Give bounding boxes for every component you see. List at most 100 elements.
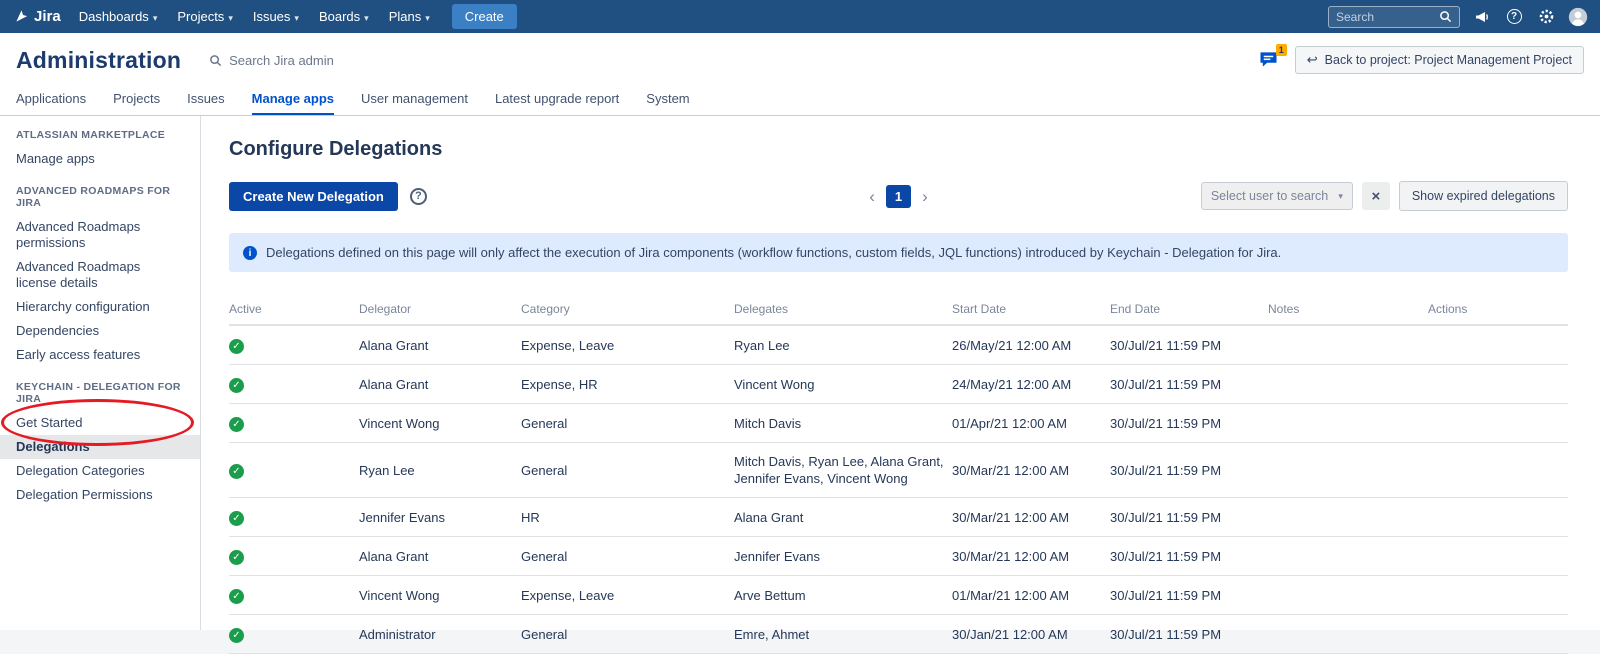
sidebar-item-advanced-roadmaps-license-details[interactable]: Advanced Roadmaps license details <box>0 255 200 295</box>
column-header-active: Active <box>229 296 359 325</box>
back-to-project-button[interactable]: ↩ Back to project: Project Management Pr… <box>1295 46 1584 74</box>
table-row: ✓Alana GrantExpense, HRVincent Wong24/Ma… <box>229 365 1568 404</box>
topnav-item-plans[interactable]: Plans▾ <box>379 0 440 33</box>
section-title: Configure Delegations <box>229 138 1568 161</box>
settings-gear-icon[interactable] <box>1536 7 1556 27</box>
cell-delegates: Vincent Wong <box>734 365 952 404</box>
create-new-delegation-button[interactable]: Create New Delegation <box>229 182 398 211</box>
pagination: ‹ 1 › <box>869 185 928 208</box>
admin-search[interactable] <box>209 53 459 68</box>
cell-delegates: Emre, Ahmet <box>734 615 952 654</box>
column-header-delegator: Delegator <box>359 296 521 325</box>
help-icon[interactable]: ? <box>1504 7 1524 27</box>
question-mark-glyph: ? <box>1507 9 1522 24</box>
global-search-input[interactable] <box>1336 10 1439 24</box>
topnav-item-projects[interactable]: Projects▾ <box>167 0 243 33</box>
cell-delegates: Alana Grant <box>734 498 952 537</box>
topnav-item-issues[interactable]: Issues▾ <box>243 0 309 33</box>
cell-delegates: Jennifer Evans <box>734 537 952 576</box>
cell-delegates: Mitch Davis, Ryan Lee, Alana Grant, Jenn… <box>734 443 952 498</box>
active-check-icon: ✓ <box>229 550 244 565</box>
topnav-item-label: Plans <box>389 9 422 24</box>
cell-category: General <box>521 443 734 498</box>
jira-logo[interactable]: Jira <box>12 8 69 25</box>
pagination-prev-icon[interactable]: ‹ <box>869 188 875 205</box>
sidebar-section-title-keychain-delegation-for-jira: KEYCHAIN - DELEGATION FOR JIRA <box>16 381 184 405</box>
global-search[interactable] <box>1328 6 1460 28</box>
cell-delegator: Administrator <box>359 615 521 654</box>
cell-actions <box>1428 498 1568 537</box>
table-header-row: ActiveDelegatorCategoryDelegatesStart Da… <box>229 296 1568 325</box>
cell-notes <box>1268 404 1428 443</box>
topnav-item-boards[interactable]: Boards▾ <box>309 0 379 33</box>
active-check-icon: ✓ <box>229 589 244 604</box>
table-row: ✓Vincent WongExpense, LeaveArve Bettum01… <box>229 576 1568 615</box>
sidebar-item-early-access-features[interactable]: Early access features <box>0 343 200 367</box>
user-search-select[interactable]: Select user to search ▾ <box>1201 182 1353 210</box>
notification-icon[interactable]: 1 <box>1259 51 1279 69</box>
info-icon: i <box>243 246 257 260</box>
tab-system[interactable]: System <box>646 83 689 115</box>
sidebar-item-delegation-categories[interactable]: Delegation Categories <box>0 459 200 483</box>
cell-actions <box>1428 615 1568 654</box>
cell-end: 30/Jul/21 11:59 PM <box>1110 325 1268 365</box>
user-avatar[interactable] <box>1568 7 1588 27</box>
table-row: ✓Alana GrantExpense, LeaveRyan Lee26/May… <box>229 325 1568 365</box>
sidebar-item-dependencies[interactable]: Dependencies <box>0 319 200 343</box>
jira-logo-icon <box>14 9 29 24</box>
cell-end: 30/Jul/21 11:59 PM <box>1110 576 1268 615</box>
admin-header: Administration 1 ↩ Back to project: Proj… <box>0 33 1600 83</box>
tab-projects[interactable]: Projects <box>113 83 160 115</box>
clear-filter-button[interactable]: × <box>1362 182 1390 210</box>
toolbar-left: Create New Delegation ? <box>229 182 869 211</box>
cell-start: 26/May/21 12:00 AM <box>952 325 1110 365</box>
pagination-current-page[interactable]: 1 <box>886 185 911 208</box>
cell-actions <box>1428 443 1568 498</box>
sidebar-item-manage-apps[interactable]: Manage apps <box>0 147 200 171</box>
page-title: Administration <box>16 47 181 74</box>
topnav-menu: Dashboards▾Projects▾Issues▾Boards▾Plans▾ <box>69 0 440 33</box>
cell-active: ✓ <box>229 443 359 498</box>
sidebar: ATLASSIAN MARKETPLACEManage appsADVANCED… <box>0 116 201 630</box>
cell-notes <box>1268 443 1428 498</box>
topnav-item-label: Dashboards <box>79 9 149 24</box>
cell-category: General <box>521 404 734 443</box>
cell-actions <box>1428 325 1568 365</box>
cell-active: ✓ <box>229 365 359 404</box>
cell-start: 30/Mar/21 12:00 AM <box>952 443 1110 498</box>
chevron-down-icon: ▾ <box>228 13 233 23</box>
jira-logo-text: Jira <box>34 8 61 25</box>
admin-search-input[interactable] <box>229 53 459 68</box>
create-issue-button[interactable]: Create <box>452 4 517 29</box>
info-banner: i Delegations defined on this page will … <box>229 233 1568 272</box>
sidebar-item-delegations[interactable]: Delegations <box>0 435 200 459</box>
tab-applications[interactable]: Applications <box>16 83 86 115</box>
help-icon[interactable]: ? <box>410 188 427 205</box>
back-to-project-label: Back to project: Project Management Proj… <box>1325 53 1572 67</box>
announcement-icon[interactable] <box>1472 7 1492 27</box>
sidebar-item-get-started[interactable]: Get Started <box>0 411 200 435</box>
tab-issues[interactable]: Issues <box>187 83 225 115</box>
sidebar-item-hierarchy-configuration[interactable]: Hierarchy configuration <box>0 295 200 319</box>
sidebar-item-advanced-roadmaps-permissions[interactable]: Advanced Roadmaps permissions <box>0 215 200 255</box>
active-check-icon: ✓ <box>229 628 244 643</box>
cell-category: HR <box>521 498 734 537</box>
cell-delegator: Vincent Wong <box>359 576 521 615</box>
show-expired-delegations-button[interactable]: Show expired delegations <box>1399 181 1568 211</box>
cell-end: 30/Jul/21 11:59 PM <box>1110 443 1268 498</box>
tab-manage-apps[interactable]: Manage apps <box>252 83 334 115</box>
tab-latest-upgrade-report[interactable]: Latest upgrade report <box>495 83 619 115</box>
cell-delegates: Arve Bettum <box>734 576 952 615</box>
cell-notes <box>1268 537 1428 576</box>
sidebar-item-delegation-permissions[interactable]: Delegation Permissions <box>0 483 200 507</box>
search-icon <box>209 54 222 67</box>
cell-delegator: Vincent Wong <box>359 404 521 443</box>
active-check-icon: ✓ <box>229 511 244 526</box>
cell-end: 30/Jul/21 11:59 PM <box>1110 537 1268 576</box>
table-row: ✓Vincent WongGeneralMitch Davis01/Apr/21… <box>229 404 1568 443</box>
column-header-delegates: Delegates <box>734 296 952 325</box>
top-navigation-bar: Jira Dashboards▾Projects▾Issues▾Boards▾P… <box>0 0 1600 33</box>
cell-active: ✓ <box>229 615 359 654</box>
topnav-item-dashboards[interactable]: Dashboards▾ <box>69 0 168 33</box>
tab-user-management[interactable]: User management <box>361 83 468 115</box>
